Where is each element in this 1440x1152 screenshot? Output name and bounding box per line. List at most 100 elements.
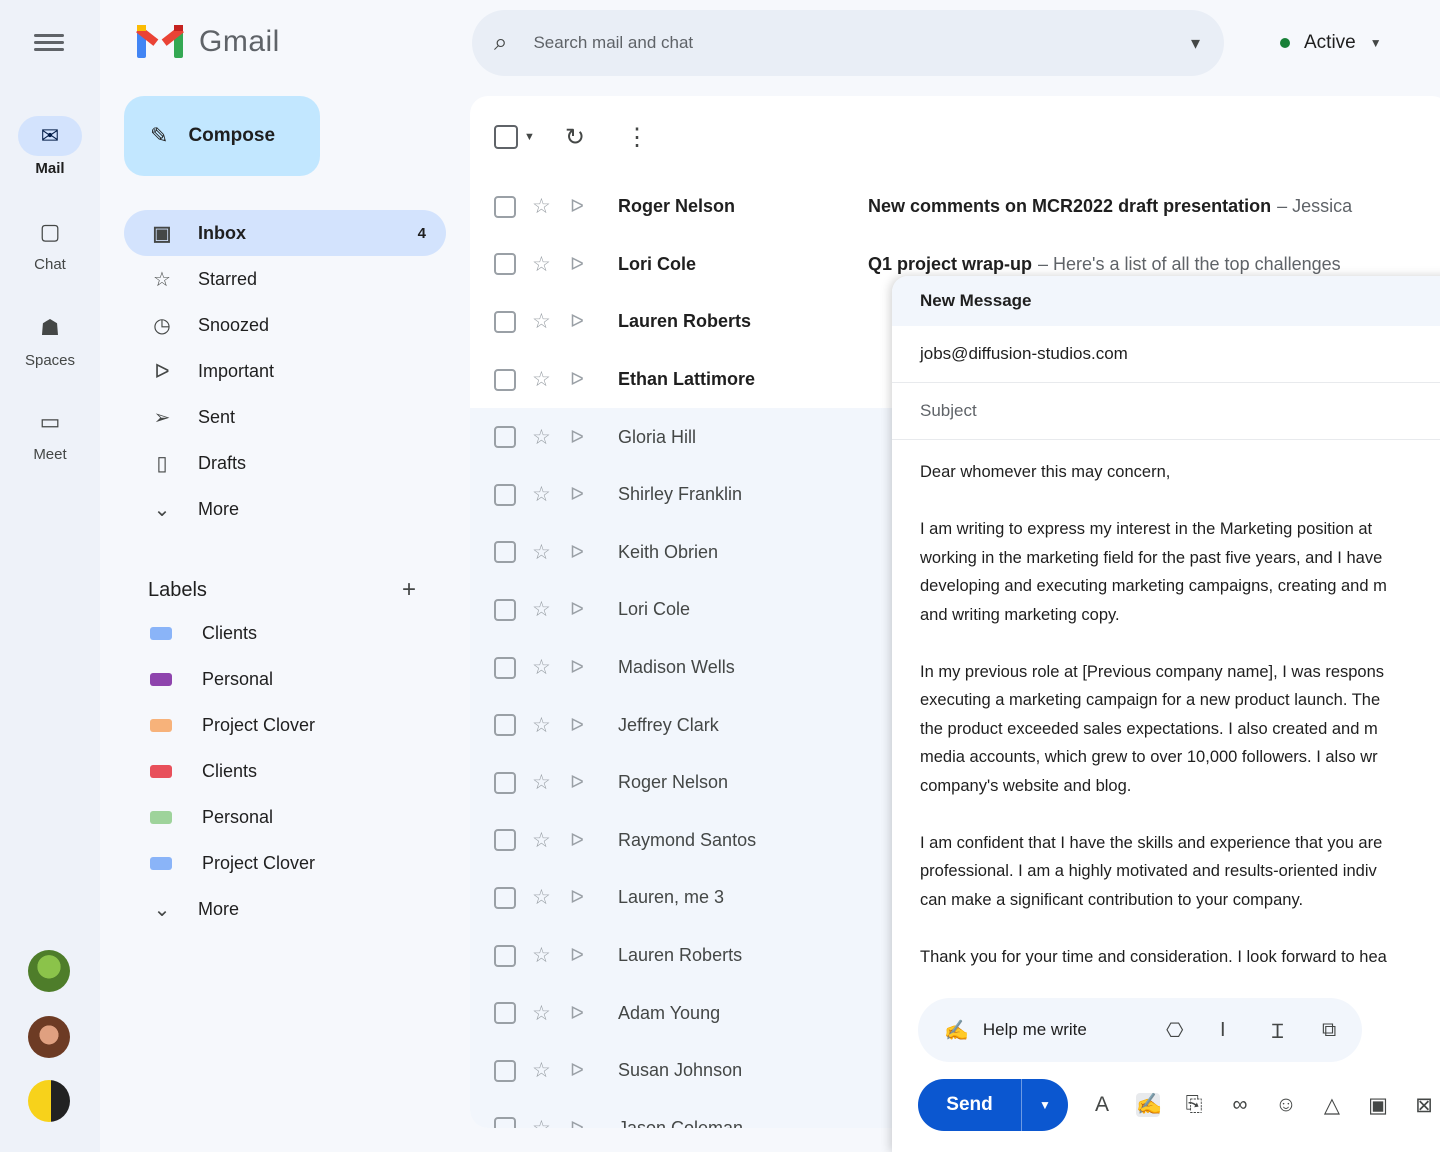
nav-item-important[interactable]: ᐅ Important	[124, 348, 446, 394]
row-checkbox[interactable]	[494, 656, 516, 679]
avatar[interactable]	[28, 1016, 70, 1058]
to-field[interactable]: jobs@diffusion-studios.com	[892, 326, 1440, 383]
row-checkbox[interactable]	[494, 944, 516, 967]
star-icon[interactable]: ☆	[532, 194, 556, 219]
nav-item-starred[interactable]: ☆ Starred	[124, 256, 446, 302]
more-options-icon[interactable]: ⋮	[625, 123, 649, 152]
star-icon[interactable]: ☆	[532, 540, 556, 565]
star-icon[interactable]: ☆	[532, 1001, 556, 1026]
important-icon[interactable]: ᐅ	[570, 887, 592, 908]
status-selector[interactable]: Active ▼	[1262, 18, 1400, 68]
star-icon[interactable]: ☆	[532, 597, 556, 622]
compose-window-title[interactable]: New Message	[892, 276, 1440, 326]
label-item[interactable]: Clients	[124, 610, 446, 656]
subject-field[interactable]: Subject	[892, 383, 1440, 440]
attach-icon[interactable]: ⎘	[1182, 1093, 1206, 1117]
important-icon[interactable]: ᐅ	[570, 772, 592, 793]
help-me-write-button[interactable]: Help me write	[983, 1020, 1087, 1040]
row-checkbox[interactable]	[494, 253, 516, 276]
label-item[interactable]: Project Clover	[124, 702, 446, 748]
row-checkbox[interactable]	[494, 886, 516, 909]
row-checkbox[interactable]	[494, 714, 516, 737]
nav-item-inbox[interactable]: ▣ Inbox 4	[124, 210, 446, 256]
important-icon[interactable]: ᐅ	[570, 945, 592, 966]
gmail-brand[interactable]: Gmail	[135, 22, 280, 62]
row-checkbox[interactable]	[494, 771, 516, 794]
compose-button[interactable]: ✎ Compose	[124, 96, 320, 176]
nav-item-snoozed[interactable]: ◷ Snoozed	[124, 302, 446, 348]
label-item[interactable]: Personal	[124, 794, 446, 840]
search-icon[interactable]: ⌕	[494, 29, 507, 57]
refresh-icon[interactable]: ↻	[565, 123, 585, 152]
star-icon[interactable]: ☆	[532, 885, 556, 910]
rail-item-mail[interactable]: ✉ Mail	[0, 116, 100, 177]
important-icon[interactable]: ᐅ	[570, 1003, 592, 1024]
important-icon[interactable]: ᐅ	[570, 369, 592, 390]
avatar[interactable]	[28, 950, 70, 992]
label-item[interactable]: Clients	[124, 748, 446, 794]
select-all-checkbox[interactable]	[494, 125, 518, 149]
rail-item-spaces[interactable]: ☗ Spaces	[0, 308, 100, 369]
select-dropdown-icon[interactable]: ▼	[524, 131, 535, 143]
star-icon[interactable]: ☆	[532, 655, 556, 680]
star-icon[interactable]: ☆	[532, 367, 556, 392]
search-options-icon[interactable]: ▾	[1191, 33, 1200, 54]
star-icon[interactable]: ☆	[532, 425, 556, 450]
star-icon[interactable]: ☆	[532, 770, 556, 795]
emoji-icon[interactable]: ☺	[1274, 1093, 1298, 1117]
star-icon[interactable]: ☆	[532, 309, 556, 334]
label-item[interactable]: Project Clover	[124, 840, 446, 886]
important-icon[interactable]: ᐅ	[570, 1118, 592, 1128]
row-checkbox[interactable]	[494, 310, 516, 333]
send-options-icon[interactable]: ▼	[1022, 1098, 1068, 1112]
row-checkbox[interactable]	[494, 1059, 516, 1082]
nav-item-more[interactable]: ⌄ More	[124, 486, 446, 532]
important-icon[interactable]: ᐅ	[570, 484, 592, 505]
rail-item-chat[interactable]: ▢ Chat	[0, 212, 100, 273]
message-body[interactable]: Dear whomever this may concern, I am writ…	[892, 440, 1440, 980]
shorten-icon[interactable]: Ɪ	[1272, 1017, 1283, 1044]
star-icon[interactable]: ☆	[532, 713, 556, 738]
photo-icon[interactable]: ▣	[1366, 1093, 1390, 1118]
rail-item-meet[interactable]: ▭ Meet	[0, 402, 100, 463]
avatar[interactable]	[28, 1080, 70, 1122]
star-icon[interactable]: ☆	[532, 482, 556, 507]
important-icon[interactable]: ᐅ	[570, 254, 592, 275]
star-icon[interactable]: ☆	[532, 943, 556, 968]
row-checkbox[interactable]	[494, 1002, 516, 1025]
important-icon[interactable]: ᐅ	[570, 715, 592, 736]
labels-more[interactable]: ⌄ More	[124, 886, 446, 932]
elaborate-icon[interactable]: I	[1220, 1019, 1226, 1042]
formatting-icon[interactable]: A	[1090, 1093, 1114, 1117]
important-icon[interactable]: ᐅ	[570, 542, 592, 563]
search-bar[interactable]: ⌕ ▾	[472, 10, 1224, 76]
help-me-write-icon[interactable]: ✍	[1136, 1093, 1162, 1117]
star-icon[interactable]: ☆	[532, 828, 556, 853]
email-row[interactable]: ☆ ᐅ Roger Nelson New comments on MCR2022 dr…	[470, 178, 1440, 236]
row-checkbox[interactable]	[494, 1117, 516, 1128]
important-icon[interactable]: ᐅ	[570, 427, 592, 448]
formalize-icon[interactable]: ⧉	[1322, 1019, 1336, 1042]
star-icon[interactable]: ☆	[532, 1116, 556, 1128]
row-checkbox[interactable]	[494, 541, 516, 564]
important-icon[interactable]: ᐅ	[570, 311, 592, 332]
send-button[interactable]: Send ▼	[918, 1079, 1068, 1131]
important-icon[interactable]: ᐅ	[570, 830, 592, 851]
important-icon[interactable]: ᐅ	[570, 599, 592, 620]
add-label-icon[interactable]: +	[402, 576, 416, 604]
label-item[interactable]: Personal	[124, 656, 446, 702]
important-icon[interactable]: ᐅ	[570, 196, 592, 217]
row-checkbox[interactable]	[494, 598, 516, 621]
row-checkbox[interactable]	[494, 195, 516, 218]
drive-icon[interactable]: △	[1320, 1093, 1344, 1118]
nav-item-drafts[interactable]: ▯ Drafts	[124, 440, 446, 486]
link-icon[interactable]: ∞	[1228, 1093, 1252, 1117]
search-input[interactable]	[533, 33, 1134, 53]
star-icon[interactable]: ☆	[532, 252, 556, 277]
important-icon[interactable]: ᐅ	[570, 657, 592, 678]
row-checkbox[interactable]	[494, 426, 516, 449]
refine-icon[interactable]: ⎔	[1166, 1018, 1183, 1043]
star-icon[interactable]: ☆	[532, 1058, 556, 1083]
nav-item-sent[interactable]: ➢ Sent	[124, 394, 446, 440]
row-checkbox[interactable]	[494, 483, 516, 506]
